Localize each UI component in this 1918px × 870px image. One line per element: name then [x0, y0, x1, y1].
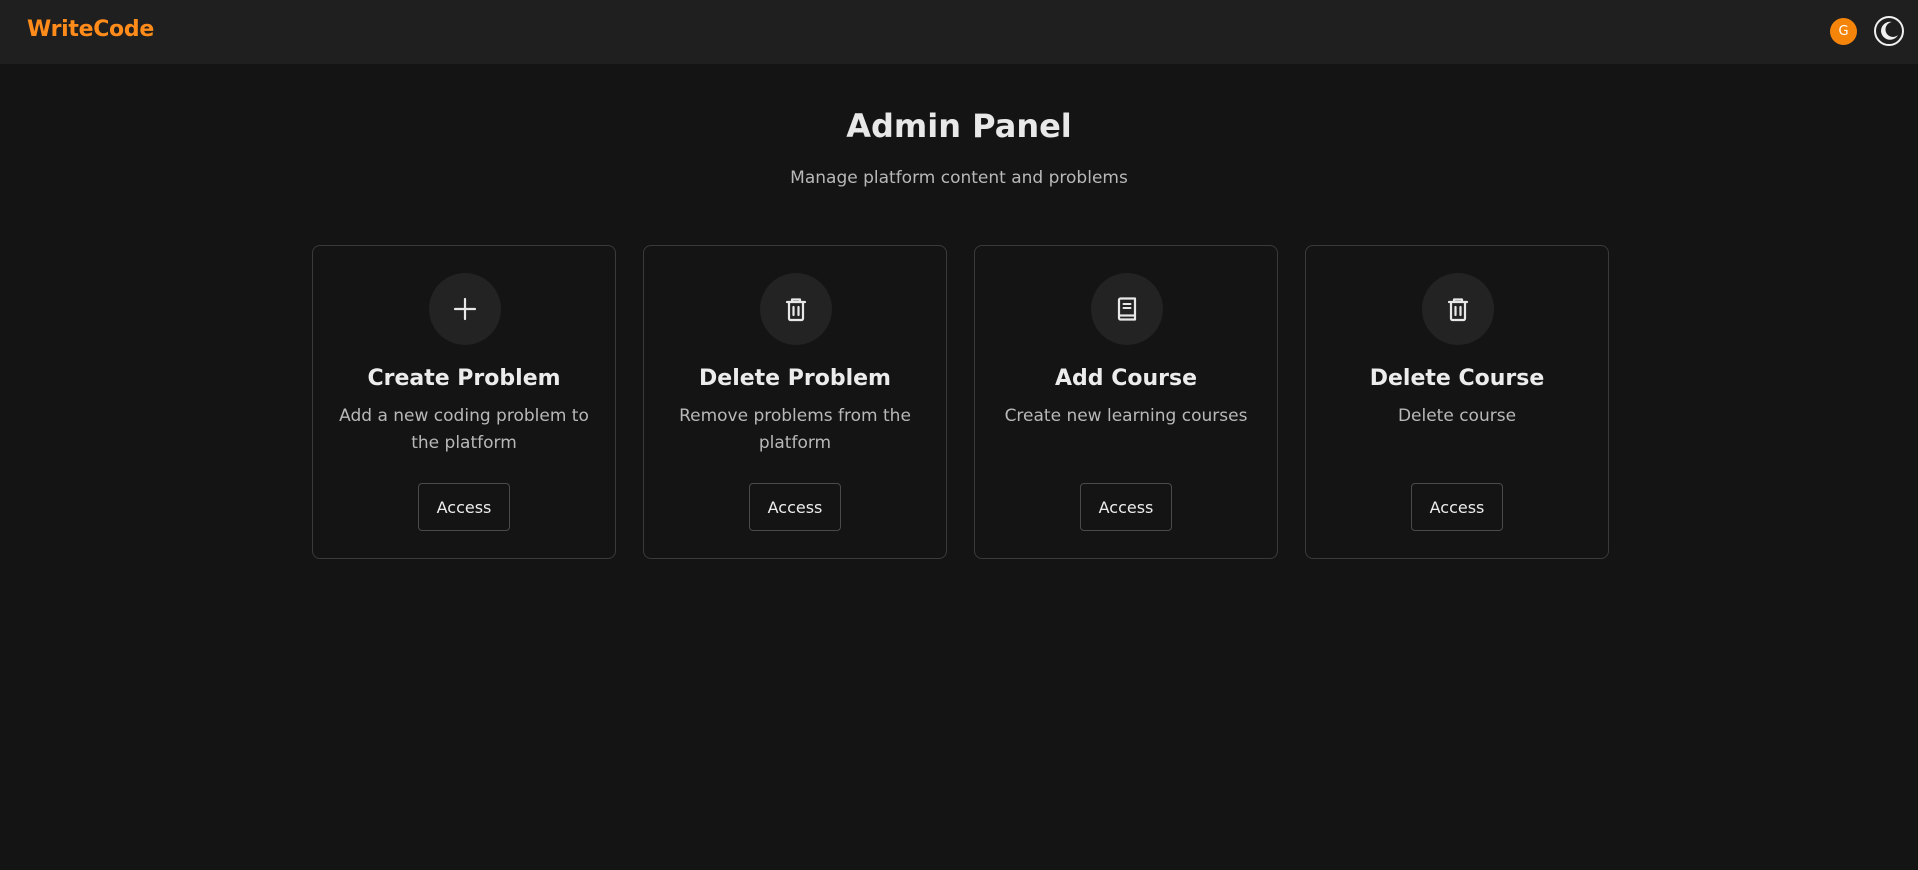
create-problem-icon-circle — [429, 273, 501, 345]
card-title: Delete Course — [1369, 366, 1545, 391]
delete-course-icon-circle — [1422, 273, 1494, 345]
delete-course-card: Delete Course Delete course Access — [1305, 245, 1609, 559]
trash-icon — [785, 298, 807, 322]
card-title: Create Problem — [367, 366, 561, 391]
trash-icon — [1447, 298, 1469, 322]
delete-problem-icon-circle — [760, 273, 832, 345]
book-icon — [1117, 297, 1137, 321]
delete-course-access-button[interactable]: Access — [1411, 483, 1503, 531]
card-description: Delete course — [1397, 406, 1517, 426]
create-problem-access-button[interactable]: Access — [418, 483, 510, 531]
add-course-icon-circle — [1091, 273, 1163, 345]
add-course-card: Add Course Create new learning courses A… — [974, 245, 1278, 559]
page-subtitle: Manage platform content and problems — [790, 168, 1128, 188]
card-description: Add a new coding problem to the platform — [339, 406, 589, 453]
brand-logo[interactable]: WriteCode — [27, 17, 154, 42]
card-title: Add Course — [1055, 366, 1197, 391]
delete-problem-access-button[interactable]: Access — [749, 483, 841, 531]
page-title: Admin Panel — [846, 107, 1072, 145]
card-title: Delete Problem — [699, 366, 891, 391]
user-avatar[interactable]: G — [1830, 18, 1857, 45]
plus-icon — [453, 297, 477, 321]
moon-icon — [1874, 16, 1904, 46]
delete-problem-card: Delete Problem Remove problems from the … — [643, 245, 947, 559]
create-problem-card: Create Problem Add a new coding problem … — [312, 245, 616, 559]
add-course-access-button[interactable]: Access — [1080, 483, 1172, 531]
card-description: Remove problems from the platform — [679, 406, 911, 453]
top-navbar: WriteCode G — [0, 0, 1918, 64]
card-description: Create new learning courses — [1004, 406, 1248, 426]
theme-toggle-button[interactable] — [1873, 15, 1905, 47]
